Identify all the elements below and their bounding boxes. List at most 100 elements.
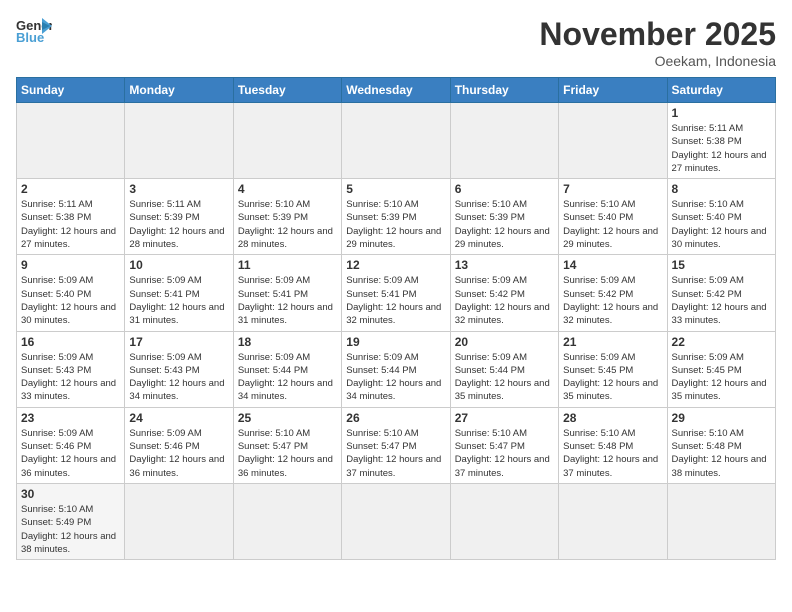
calendar-cell [17,103,125,179]
header-thursday: Thursday [450,78,558,103]
logo: General Blue [16,16,52,46]
page-header: General Blue November 2025 Oeekam, Indon… [16,16,776,69]
calendar-cell: 24 Sunrise: 5:09 AMSunset: 5:46 PMDayligh… [125,407,233,483]
day-number: 1 [672,106,771,120]
day-info: Sunrise: 5:09 AMSunset: 5:43 PMDaylight:… [129,351,228,404]
day-info: Sunrise: 5:09 AMSunset: 5:42 PMDaylight:… [672,274,771,327]
calendar-cell [233,103,341,179]
day-number: 14 [563,258,662,272]
day-info: Sunrise: 5:09 AMSunset: 5:42 PMDaylight:… [563,274,662,327]
calendar-cell [233,483,341,559]
day-info: Sunrise: 5:10 AMSunset: 5:39 PMDaylight:… [238,198,337,251]
day-info: Sunrise: 5:11 AMSunset: 5:38 PMDaylight:… [21,198,120,251]
day-info: Sunrise: 5:10 AMSunset: 5:39 PMDaylight:… [455,198,554,251]
calendar-cell: 15 Sunrise: 5:09 AMSunset: 5:42 PMDayligh… [667,255,775,331]
header-friday: Friday [559,78,667,103]
calendar-cell: 12Sunrise: 5:09 AMSunset: 5:41 PMDayligh… [342,255,450,331]
day-number: 2 [21,182,120,196]
calendar-row: 2 Sunrise: 5:11 AMSunset: 5:38 PMDaylight… [17,179,776,255]
day-number: 17 [129,335,228,349]
calendar-cell: 8 Sunrise: 5:10 AMSunset: 5:40 PMDaylight… [667,179,775,255]
day-info: Sunrise: 5:09 AMSunset: 5:44 PMDaylight:… [346,351,445,404]
calendar-cell: 6 Sunrise: 5:10 AMSunset: 5:39 PMDaylight… [450,179,558,255]
day-number: 3 [129,182,228,196]
day-info: Sunrise: 5:09 AMSunset: 5:43 PMDaylight:… [21,351,120,404]
header-sunday: Sunday [17,78,125,103]
day-info: Sunrise: 5:11 AMSunset: 5:39 PMDaylight:… [129,198,228,251]
calendar-cell: 14 Sunrise: 5:09 AMSunset: 5:42 PMDayligh… [559,255,667,331]
day-number: 23 [21,411,120,425]
day-number: 4 [238,182,337,196]
day-number: 9 [21,258,120,272]
day-number: 26 [346,411,445,425]
calendar-cell: 25 Sunrise: 5:10 AMSunset: 5:47 PMDayligh… [233,407,341,483]
day-info: Sunrise: 5:09 AMSunset: 5:46 PMDaylight:… [21,427,120,480]
calendar-cell [342,483,450,559]
calendar-cell: 9 Sunrise: 5:09 AMSunset: 5:40 PMDaylight… [17,255,125,331]
calendar-cell: 18 Sunrise: 5:09 AMSunset: 5:44 PMDayligh… [233,331,341,407]
calendar-cell: 29 Sunrise: 5:10 AMSunset: 5:48 PMDayligh… [667,407,775,483]
calendar-cell: 19Sunrise: 5:09 AMSunset: 5:44 PMDayligh… [342,331,450,407]
calendar-cell: 22 Sunrise: 5:09 AMSunset: 5:45 PMDayligh… [667,331,775,407]
day-number: 15 [672,258,771,272]
calendar-table: Sunday Monday Tuesday Wednesday Thursday… [16,77,776,560]
day-number: 8 [672,182,771,196]
day-info: Sunrise: 5:09 AMSunset: 5:46 PMDaylight:… [129,427,228,480]
header-monday: Monday [125,78,233,103]
day-info: Sunrise: 5:09 AMSunset: 5:45 PMDaylight:… [672,351,771,404]
calendar-row: 1 Sunrise: 5:11 AMSunset: 5:38 PMDaylight… [17,103,776,179]
calendar-cell [342,103,450,179]
day-info: Sunrise: 5:10 AMSunset: 5:40 PMDaylight:… [672,198,771,251]
calendar-cell: 20Sunrise: 5:09 AMSunset: 5:44 PMDayligh… [450,331,558,407]
calendar-row: 23 Sunrise: 5:09 AMSunset: 5:46 PMDayligh… [17,407,776,483]
calendar-cell: 16 Sunrise: 5:09 AMSunset: 5:43 PMDayligh… [17,331,125,407]
calendar-row: 16 Sunrise: 5:09 AMSunset: 5:43 PMDayligh… [17,331,776,407]
day-info: Sunrise: 5:10 AMSunset: 5:47 PMDaylight:… [346,427,445,480]
day-number: 28 [563,411,662,425]
calendar-cell [450,103,558,179]
day-number: 25 [238,411,337,425]
day-info: Sunrise: 5:09 AMSunset: 5:40 PMDaylight:… [21,274,120,327]
day-info: Sunrise: 5:10 AMSunset: 5:49 PMDaylight:… [21,503,120,556]
calendar-cell: 3 Sunrise: 5:11 AMSunset: 5:39 PMDaylight… [125,179,233,255]
calendar-cell: 23 Sunrise: 5:09 AMSunset: 5:46 PMDayligh… [17,407,125,483]
day-number: 12 [346,258,445,272]
day-number: 22 [672,335,771,349]
day-number: 16 [21,335,120,349]
calendar-row: 9 Sunrise: 5:09 AMSunset: 5:40 PMDaylight… [17,255,776,331]
calendar-cell: 4 Sunrise: 5:10 AMSunset: 5:39 PMDaylight… [233,179,341,255]
calendar-cell: 2 Sunrise: 5:11 AMSunset: 5:38 PMDaylight… [17,179,125,255]
calendar-cell: 10Sunrise: 5:09 AMSunset: 5:41 PMDayligh… [125,255,233,331]
day-number: 29 [672,411,771,425]
calendar-cell: 7Sunrise: 5:10 AMSunset: 5:40 PMDaylight… [559,179,667,255]
day-info: Sunrise: 5:10 AMSunset: 5:40 PMDaylight:… [563,198,662,251]
day-info: Sunrise: 5:09 AMSunset: 5:44 PMDaylight:… [238,351,337,404]
day-number: 6 [455,182,554,196]
calendar-cell: 27Sunrise: 5:10 AMSunset: 5:47 PMDayligh… [450,407,558,483]
day-number: 13 [455,258,554,272]
day-info: Sunrise: 5:10 AMSunset: 5:39 PMDaylight:… [346,198,445,251]
day-info: Sunrise: 5:09 AMSunset: 5:41 PMDaylight:… [238,274,337,327]
day-info: Sunrise: 5:09 AMSunset: 5:45 PMDaylight:… [563,351,662,404]
calendar-cell [559,483,667,559]
day-info: Sunrise: 5:11 AMSunset: 5:38 PMDaylight:… [672,122,771,175]
logo-icon: General Blue [16,16,52,46]
calendar-cell [125,483,233,559]
day-info: Sunrise: 5:10 AMSunset: 5:47 PMDaylight:… [455,427,554,480]
svg-text:Blue: Blue [16,30,44,45]
day-info: Sunrise: 5:10 AMSunset: 5:48 PMDaylight:… [672,427,771,480]
calendar-cell [667,483,775,559]
day-number: 18 [238,335,337,349]
day-number: 24 [129,411,228,425]
day-info: Sunrise: 5:09 AMSunset: 5:42 PMDaylight:… [455,274,554,327]
day-info: Sunrise: 5:10 AMSunset: 5:47 PMDaylight:… [238,427,337,480]
day-number: 11 [238,258,337,272]
month-title: November 2025 [539,16,776,53]
day-number: 5 [346,182,445,196]
day-number: 20 [455,335,554,349]
day-info: Sunrise: 5:09 AMSunset: 5:41 PMDaylight:… [129,274,228,327]
calendar-cell: 5 Sunrise: 5:10 AMSunset: 5:39 PMDaylight… [342,179,450,255]
weekday-header-row: Sunday Monday Tuesday Wednesday Thursday… [17,78,776,103]
calendar-cell: 17 Sunrise: 5:09 AMSunset: 5:43 PMDayligh… [125,331,233,407]
calendar-row: 30Sunrise: 5:10 AMSunset: 5:49 PMDayligh… [17,483,776,559]
